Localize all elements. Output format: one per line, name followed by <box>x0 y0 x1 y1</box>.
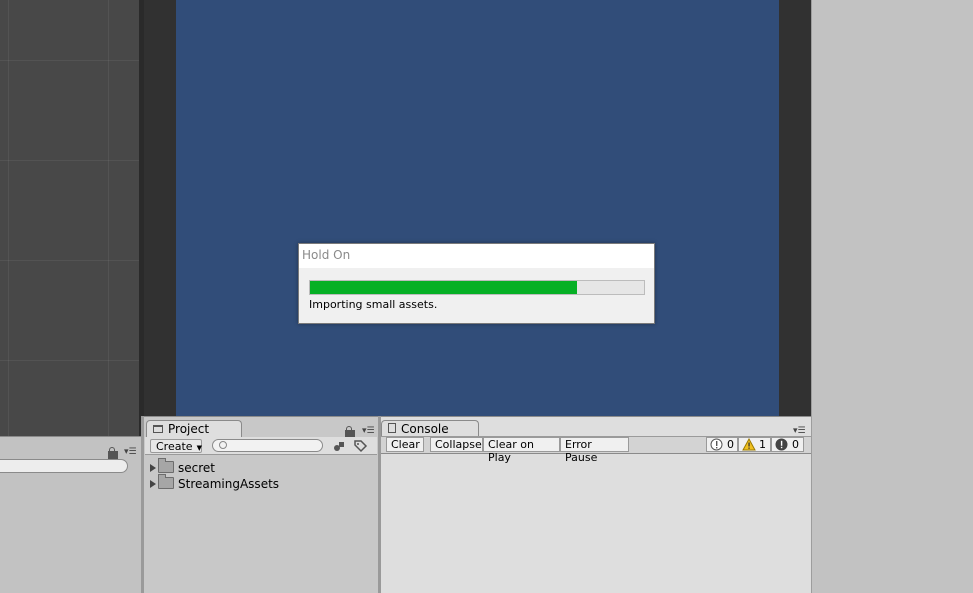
clear-button[interactable]: Clear <box>386 437 424 452</box>
search-icon <box>219 441 227 449</box>
tab-project[interactable]: Project <box>146 420 242 437</box>
panel-menu-icon[interactable]: ▾☰ <box>362 427 375 436</box>
error-pause-toggle[interactable]: Error Pause <box>560 437 629 464</box>
chevron-down-icon: ▼ <box>196 444 202 452</box>
warning-count: 1 <box>759 438 766 451</box>
warning-icon <box>742 437 756 451</box>
expand-arrow-icon[interactable] <box>150 464 156 472</box>
expand-arrow-icon[interactable] <box>150 480 156 488</box>
tree-item-streamingassets[interactable]: StreamingAssets <box>150 474 280 492</box>
clear-on-play-toggle[interactable]: Clear on Play <box>483 437 560 464</box>
info-count: 0 <box>727 438 734 451</box>
panel-menu-icon[interactable]: ▾☰ <box>124 448 137 457</box>
error-count: 0 <box>792 438 799 451</box>
tree-item-label: secret <box>178 461 215 475</box>
game-view-canvas[interactable] <box>176 0 779 416</box>
hierarchy-search-input[interactable] <box>0 459 128 473</box>
error-count-toggle[interactable]: 0 <box>771 437 804 452</box>
create-dropdown-button[interactable]: Create ▼ <box>150 439 202 453</box>
scene-view-grid[interactable] <box>0 0 141 436</box>
folder-icon <box>158 474 174 489</box>
filter-by-label-icon[interactable] <box>352 438 368 454</box>
info-icon <box>710 438 723 451</box>
create-label: Create <box>156 440 193 453</box>
tab-console[interactable]: Console <box>381 420 479 437</box>
progress-status-text: Importing small assets. <box>309 298 438 311</box>
folder-icon <box>158 458 174 473</box>
folder-icon <box>153 425 163 433</box>
console-icon <box>388 423 396 433</box>
info-count-toggle[interactable]: 0 <box>706 437 738 452</box>
panel-menu-icon[interactable]: ▾☰ <box>793 427 806 436</box>
collapse-toggle[interactable]: Collapse <box>430 437 483 452</box>
dialog-title: Hold On <box>302 248 351 262</box>
tree-item-label: StreamingAssets <box>178 477 280 491</box>
dialog-titlebar <box>299 244 654 268</box>
warning-count-toggle[interactable]: 1 <box>738 437 771 452</box>
project-search-input[interactable] <box>212 439 323 452</box>
inspector-panel <box>811 0 973 593</box>
tab-label: Console <box>401 422 449 436</box>
error-icon <box>775 438 788 451</box>
filter-by-type-icon[interactable] <box>331 438 347 454</box>
progress-bar-fill <box>310 281 577 294</box>
tab-label: Project <box>168 422 210 436</box>
